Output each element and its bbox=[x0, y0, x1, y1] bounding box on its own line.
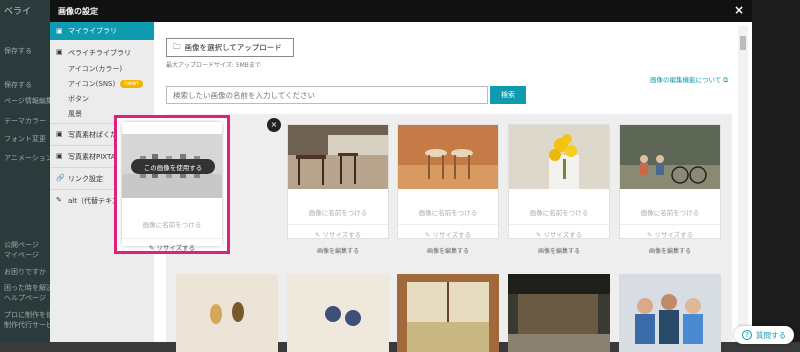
old-house-image[interactable] bbox=[508, 274, 610, 352]
selected-image-card[interactable]: この画像を使用する 画像に名前をつける ✎ リサイズする bbox=[114, 115, 230, 254]
bg-item: アニメーション bbox=[4, 154, 50, 162]
sidebar-sub-item-button[interactable]: ボタン bbox=[50, 91, 154, 106]
bg-item: ページ情報編集 bbox=[4, 97, 50, 105]
question-icon: ? bbox=[742, 330, 752, 340]
bg-item: 保存する bbox=[4, 47, 32, 55]
resize-button[interactable]: ✎ リサイズする bbox=[509, 224, 609, 239]
edit-image-link[interactable]: 画像を編集する bbox=[397, 246, 499, 255]
sidebar-sub-label: アイコン(カラー) bbox=[68, 64, 123, 73]
edit-image-link[interactable]: 画像を編集する bbox=[287, 246, 389, 255]
bg-item: 制作代行サービス bbox=[4, 321, 50, 329]
image-name-placeholder[interactable]: 画像に名前をつける bbox=[398, 207, 498, 217]
bg-item: フォント変更 bbox=[4, 135, 46, 143]
upload-button[interactable]: 🗀 画像を選択してアップロード bbox=[166, 38, 294, 57]
scrollbar[interactable] bbox=[738, 26, 748, 342]
background-sidebar: ベライ 保存する 保存する ページ情報編集 テーマカラー フォント変更 アニメー… bbox=[0, 0, 50, 342]
bg-item: 保存する bbox=[4, 81, 32, 89]
resize-label: リサイズする bbox=[432, 231, 472, 239]
new-badge: new! bbox=[120, 79, 144, 88]
sunflower-bouquet-image bbox=[509, 125, 609, 189]
upload-size-note: 最大アップロードサイズ: 5MBまで bbox=[166, 62, 261, 69]
use-image-button[interactable]: この画像を使用する bbox=[131, 159, 215, 174]
folder-icon: 🗀 bbox=[173, 42, 181, 51]
image-icon: ▣ bbox=[56, 48, 63, 56]
sidebar-item-label: マイライブラリ bbox=[68, 27, 117, 35]
edit-image-link[interactable]: 画像を編集する bbox=[619, 246, 721, 255]
modal-title: 画像の設定 bbox=[58, 7, 98, 16]
image-edit-help-link[interactable]: 画像の編集機能について ⧉ bbox=[650, 74, 728, 85]
image-name-placeholder[interactable]: 画像に名前をつける bbox=[620, 207, 720, 217]
stools-image bbox=[398, 125, 498, 189]
resize-button[interactable]: ✎ リサイズする bbox=[288, 224, 388, 239]
resize-label: リサイズする bbox=[654, 231, 694, 239]
family-bicycle-image bbox=[620, 125, 720, 189]
resize-label: リサイズする bbox=[543, 231, 583, 239]
bg-logo: ベライ bbox=[4, 7, 32, 17]
resize-label: リサイズする bbox=[322, 231, 362, 239]
blue-earrings-image[interactable] bbox=[287, 274, 389, 352]
sidebar-sub-item-icon-color[interactable]: アイコン(カラー) bbox=[50, 61, 154, 76]
resize-button[interactable]: ✎ リサイズする bbox=[398, 224, 498, 239]
image-icon: ▣ bbox=[56, 130, 63, 138]
scrollbar-thumb[interactable] bbox=[740, 36, 746, 50]
close-icon[interactable]: × bbox=[734, 3, 744, 17]
edit-link-label: 画像の編集機能について bbox=[649, 76, 722, 84]
image-icon: ▣ bbox=[56, 152, 63, 160]
sidebar-sub-item-icon-sns[interactable]: アイコン(SNS) new! bbox=[50, 76, 154, 91]
search-input[interactable] bbox=[166, 86, 488, 104]
image-name-placeholder[interactable]: 画像に名前をつける bbox=[122, 219, 222, 229]
sidebar-sub-label: 風景 bbox=[68, 109, 82, 118]
sidebar-item-label: 写真素材PIXTA bbox=[68, 152, 116, 161]
help-button[interactable]: ? 質問する bbox=[734, 326, 794, 344]
image-name-placeholder[interactable]: 画像に名前をつける bbox=[509, 207, 609, 217]
image-grid: 画像に名前をつける ✎ リサイズする 画像を編集する 画像に名前をつける ✎ リ… bbox=[166, 114, 732, 352]
link-icon: 🔗 bbox=[56, 174, 65, 182]
cafe-chairs-image bbox=[288, 125, 388, 189]
sidebar-item-label: ペライチライブラリ bbox=[68, 48, 131, 57]
upload-button-label: 画像を選択してアップロード bbox=[184, 43, 282, 52]
selected-card-inner: この画像を使用する 画像に名前をつける ✎ リサイズする bbox=[122, 122, 222, 252]
image-icon: ▣ bbox=[56, 26, 63, 35]
modal-content: 🗀 画像を選択してアップロード 最大アップロードサイズ: 5MBまで 画像の編集… bbox=[154, 22, 752, 352]
bg-item: ヘルプページ bbox=[4, 294, 46, 302]
bg-item: お困りですか bbox=[4, 268, 46, 276]
sidebar-sub-label: アイコン(SNS) bbox=[68, 79, 116, 88]
edit-image-link[interactable]: 画像を編集する bbox=[508, 246, 610, 255]
resize-label: リサイズする bbox=[156, 244, 196, 252]
sidebar-item-label: リンク設定 bbox=[68, 174, 103, 183]
earrings-image[interactable] bbox=[176, 274, 278, 352]
sidebar-sub-label: ボタン bbox=[68, 94, 89, 103]
bg-item: 困った時を解決 bbox=[4, 284, 50, 292]
bg-item: テーマカラー bbox=[4, 117, 46, 125]
team-meeting-image[interactable] bbox=[619, 274, 721, 352]
pencil-icon: ✎ bbox=[56, 196, 62, 204]
image-card[interactable]: 画像に名前をつける ✎ リサイズする bbox=[619, 124, 721, 239]
bg-item: 公開ページ bbox=[4, 241, 39, 249]
modal-header: 画像の設定 × bbox=[50, 0, 752, 22]
resize-button[interactable]: ✎ リサイズする bbox=[122, 238, 222, 252]
bg-right-panel bbox=[752, 0, 800, 342]
japanese-room-image[interactable] bbox=[397, 274, 499, 352]
sidebar-item-peraichi-library[interactable]: ▣ ペライチライブラリ bbox=[50, 44, 154, 61]
image-card[interactable]: 画像に名前をつける ✎ リサイズする bbox=[508, 124, 610, 239]
sidebar-item-my-library[interactable]: ▣ マイライブラリ bbox=[50, 22, 154, 40]
search-button[interactable]: 検索 bbox=[490, 86, 526, 104]
image-card[interactable]: 画像に名前をつける ✎ リサイズする bbox=[397, 124, 499, 239]
image-card[interactable]: 画像に名前をつける ✎ リサイズする bbox=[287, 124, 389, 239]
help-button-label: 質問する bbox=[756, 330, 786, 340]
delete-image-icon[interactable]: × bbox=[267, 118, 281, 132]
external-link-icon: ⧉ bbox=[723, 76, 728, 84]
bg-item: プロに制作を依頼 bbox=[4, 311, 50, 319]
image-name-placeholder[interactable]: 画像に名前をつける bbox=[288, 207, 388, 217]
bg-item: マイページ bbox=[4, 251, 39, 259]
resize-button[interactable]: ✎ リサイズする bbox=[620, 224, 720, 239]
